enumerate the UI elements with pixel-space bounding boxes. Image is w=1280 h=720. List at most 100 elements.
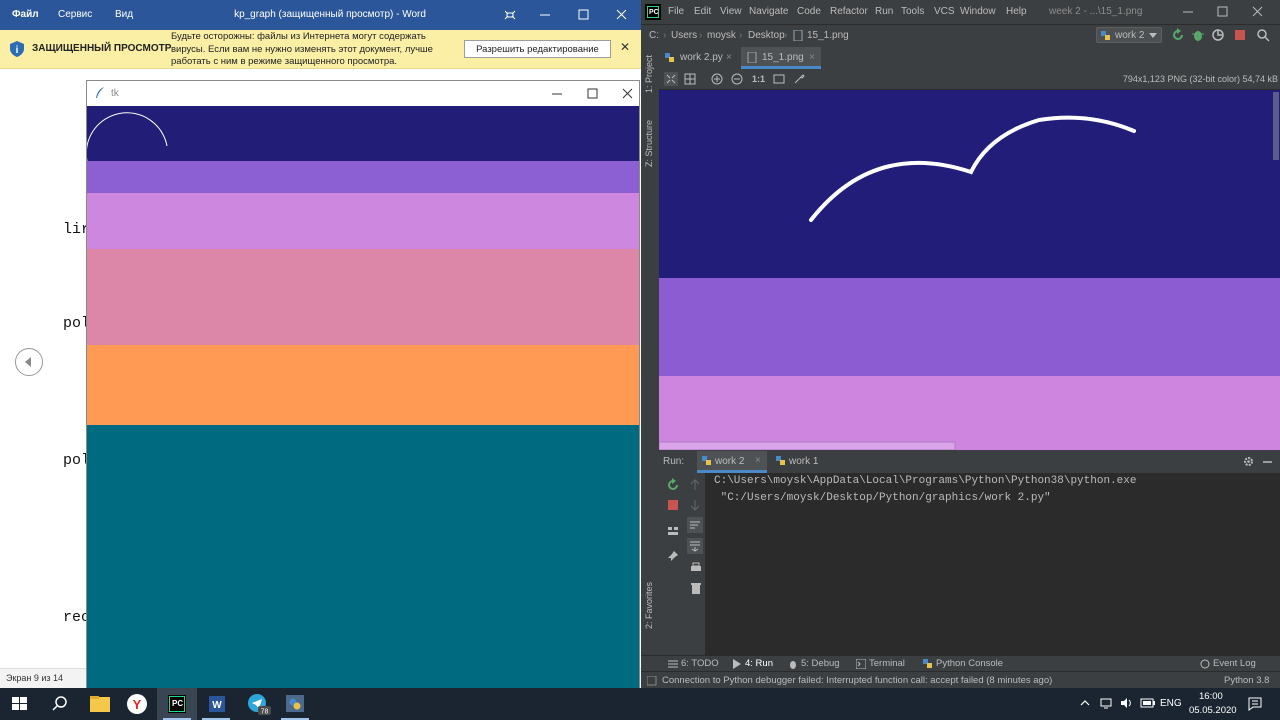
volume-icon[interactable] xyxy=(1120,697,1134,709)
tab-close-icon[interactable]: × xyxy=(809,52,815,63)
telegram-icon[interactable]: 78 xyxy=(237,688,277,720)
rerun-icon[interactable] xyxy=(666,478,680,492)
structure-panel-toggle[interactable]: Z: Structure xyxy=(644,120,654,167)
favorites-panel-toggle[interactable]: 2: Favorites xyxy=(644,582,654,629)
tk-close-icon[interactable] xyxy=(613,83,639,103)
breadcrumb-desktop[interactable]: Desktop xyxy=(748,30,785,41)
tk-maximize-icon[interactable] xyxy=(577,83,607,103)
breadcrumb-drive[interactable]: C: xyxy=(649,30,659,41)
word-maximize-icon[interactable] xyxy=(570,3,598,27)
status-indicator-icon[interactable] xyxy=(647,676,657,686)
notifications-icon[interactable] xyxy=(1247,696,1263,712)
breadcrumb-file[interactable]: 15_1.png xyxy=(807,30,849,41)
zoom-in-icon[interactable] xyxy=(710,72,724,86)
arrow-up-icon[interactable] xyxy=(689,478,701,492)
gear-icon[interactable] xyxy=(1242,455,1255,468)
menu-tools[interactable]: Tools xyxy=(901,6,924,17)
run-label: Run: xyxy=(663,456,685,467)
start-button[interactable] xyxy=(0,688,40,720)
clock-time[interactable]: 16:00 xyxy=(1199,691,1223,702)
word-fullscreen-icon[interactable] xyxy=(496,3,524,27)
run-console[interactable]: C:\Users\moysk\AppData\Local\Programs\Py… xyxy=(705,473,1280,655)
tk-band-1 xyxy=(87,161,639,193)
debug-label: 5: Debug xyxy=(801,658,840,669)
actual-size-button[interactable]: 1:1 xyxy=(752,74,765,84)
status-message[interactable]: Connection to Python debugger failed: In… xyxy=(662,675,1052,686)
word-close-icon[interactable] xyxy=(608,3,636,27)
python-taskbar-icon[interactable] xyxy=(275,688,315,720)
rerun-icon[interactable] xyxy=(1171,28,1185,42)
menu-help[interactable]: Help xyxy=(1006,6,1027,17)
project-panel-toggle[interactable]: 1: Project xyxy=(644,55,654,93)
tool-window-strip: 1: Project Z: Structure 2: Favorites xyxy=(641,47,660,655)
input-language[interactable]: ENG xyxy=(1160,698,1182,709)
tab-label: 15_1.png xyxy=(762,52,804,63)
word-menu-service[interactable]: Сервис xyxy=(58,9,92,20)
tk-minimize-icon[interactable] xyxy=(542,83,572,103)
interpreter-indicator[interactable]: Python 3.8 xyxy=(1224,675,1269,686)
tab-15-1-png[interactable]: 15_1.png × xyxy=(741,47,821,69)
menu-edit[interactable]: Edit xyxy=(694,6,711,17)
tab-close-icon[interactable]: × xyxy=(726,52,732,63)
word-minimize-icon[interactable] xyxy=(531,3,559,27)
breadcrumb-users[interactable]: Users xyxy=(671,30,697,41)
tk-canvas[interactable] xyxy=(87,106,639,689)
trash-icon[interactable] xyxy=(689,581,703,595)
tray-chevron-icon[interactable] xyxy=(1079,697,1091,709)
layout-icon[interactable] xyxy=(666,524,680,538)
arrow-down-icon[interactable] xyxy=(689,498,701,512)
stop-icon[interactable] xyxy=(1233,28,1247,42)
fit-window-icon[interactable] xyxy=(772,72,786,86)
breadcrumb-separator: › xyxy=(784,30,788,41)
battery-icon[interactable] xyxy=(1140,697,1156,709)
word-menu-view[interactable]: Вид xyxy=(115,9,133,20)
coverage-icon[interactable] xyxy=(1211,28,1225,42)
soft-wrap-icon[interactable] xyxy=(687,517,703,533)
menu-code[interactable]: Code xyxy=(797,6,821,17)
zoom-out-icon[interactable] xyxy=(730,72,744,86)
menu-window[interactable]: Window xyxy=(960,6,996,17)
breadcrumb-user[interactable]: moysk xyxy=(707,30,736,41)
search-everywhere-icon[interactable] xyxy=(1256,28,1270,42)
enable-editing-button[interactable]: Разрешить редактирование xyxy=(464,40,611,58)
word-titlebar: Файл Сервис Вид kp_graph (защищенный про… xyxy=(0,0,641,30)
run-tab-work-1[interactable]: work 1 xyxy=(771,451,841,473)
run-config-selector[interactable]: work 2 xyxy=(1096,27,1162,43)
print-icon[interactable] xyxy=(689,561,703,575)
pin-icon[interactable] xyxy=(666,549,680,563)
pycharm-taskbar-icon[interactable]: PC xyxy=(157,688,197,720)
menu-navigate[interactable]: Navigate xyxy=(749,6,788,17)
previous-screen-button[interactable] xyxy=(15,348,43,376)
grid-icon[interactable] xyxy=(683,72,697,86)
file-explorer-icon[interactable] xyxy=(80,688,120,720)
network-icon[interactable] xyxy=(1100,697,1114,709)
python-icon xyxy=(702,456,711,465)
clock-date[interactable]: 05.05.2020 xyxy=(1189,705,1237,716)
word-taskbar-icon[interactable]: W xyxy=(196,688,236,720)
search-icon[interactable] xyxy=(40,688,80,720)
hide-panel-icon[interactable] xyxy=(1261,455,1274,468)
yandex-browser-icon[interactable]: Y xyxy=(117,688,157,720)
pycharm-maximize-icon[interactable] xyxy=(1207,2,1237,22)
menu-refactor[interactable]: Refactor xyxy=(830,6,868,17)
fit-zoom-icon[interactable] xyxy=(664,72,678,86)
debug-icon[interactable] xyxy=(1191,28,1205,42)
menu-view[interactable]: View xyxy=(720,6,742,17)
scroll-to-end-icon[interactable] xyxy=(687,538,703,554)
run-label: 4: Run xyxy=(745,658,773,669)
vertical-scrollbar[interactable] xyxy=(1273,92,1279,160)
word-menu-file[interactable]: Файл xyxy=(12,9,39,20)
pycharm-close-icon[interactable] xyxy=(1243,2,1273,22)
tab-work-2-py[interactable]: work 2.py × xyxy=(659,47,737,69)
banner-close-icon[interactable]: ✕ xyxy=(620,40,630,54)
menu-run[interactable]: Run xyxy=(875,6,893,17)
horizontal-scrollbar[interactable] xyxy=(659,441,956,450)
image-viewer[interactable] xyxy=(659,90,1280,450)
menu-vcs[interactable]: VCS xyxy=(934,6,955,17)
stop-icon[interactable] xyxy=(666,498,680,512)
menu-file[interactable]: File xyxy=(668,6,684,17)
color-picker-icon[interactable] xyxy=(792,72,806,86)
run-tab-work-2[interactable]: work 2 × xyxy=(697,451,767,473)
tab-close-icon[interactable]: × xyxy=(755,455,761,466)
pycharm-minimize-icon[interactable] xyxy=(1173,2,1203,22)
